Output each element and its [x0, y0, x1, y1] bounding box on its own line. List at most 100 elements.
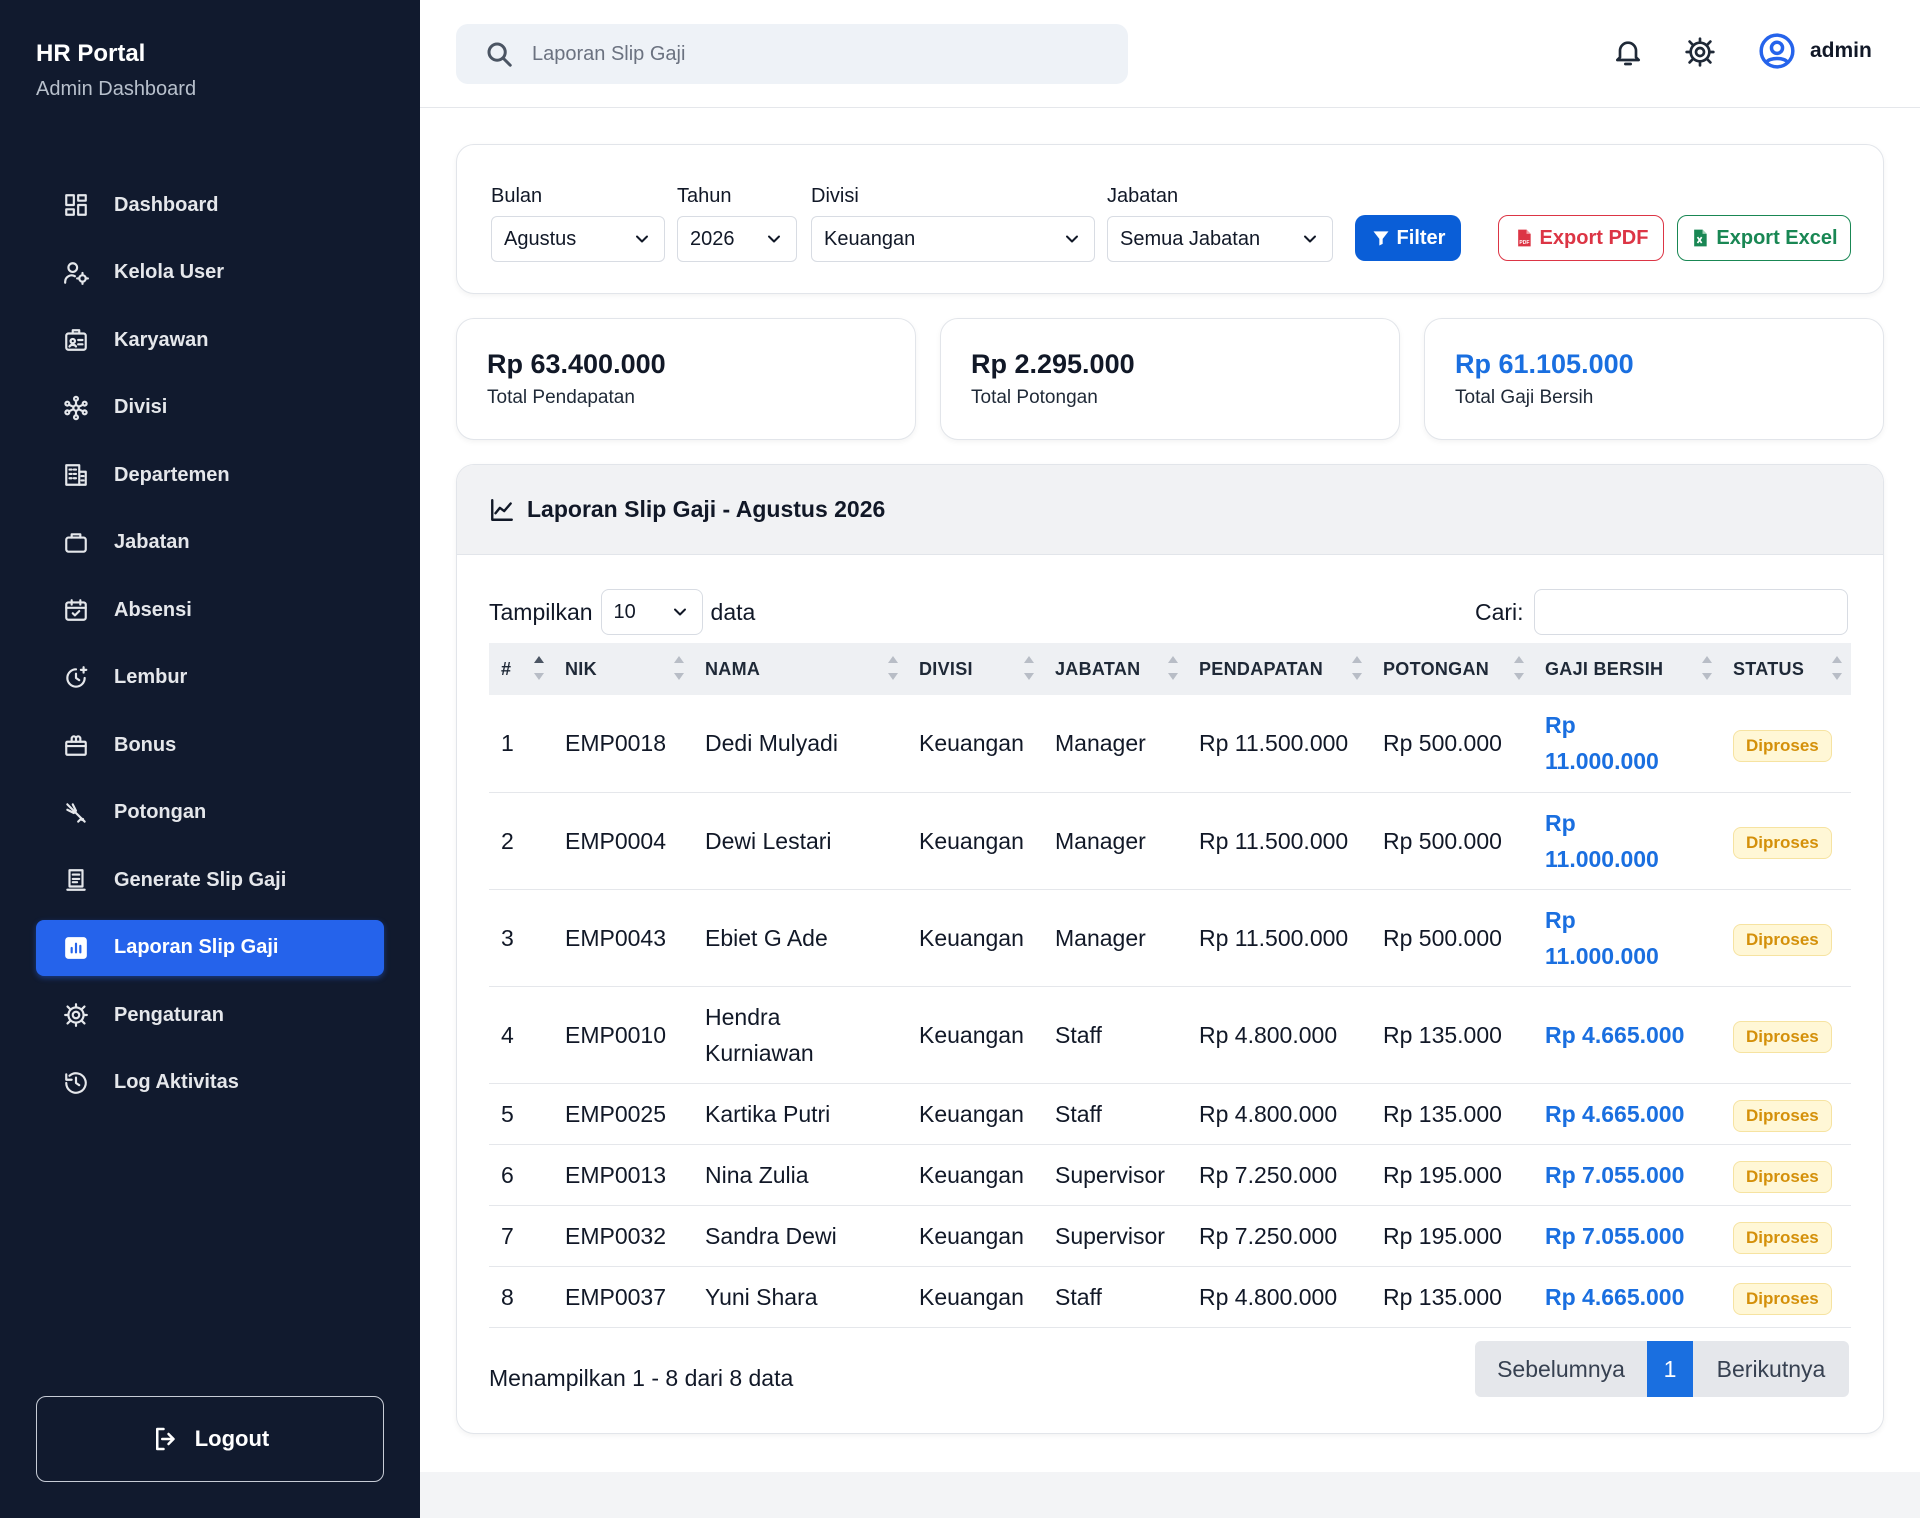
- export-excel-button[interactable]: Export Excel: [1677, 215, 1851, 261]
- filter-card: Bulan Agustus Tahun 2026 Divisi Keuangan…: [456, 144, 1884, 294]
- sidebar-item-label: Pengaturan: [114, 1003, 225, 1026]
- column-header-status[interactable]: STATUS: [1721, 643, 1851, 695]
- report-title: Laporan Slip Gaji - Agustus 2026: [527, 496, 886, 522]
- cell-no: 8: [489, 1266, 553, 1328]
- cell-jabatan: Supervisor: [1043, 1205, 1187, 1267]
- cell-gaji-bersih: Rp 4.665.000: [1533, 986, 1721, 1084]
- sidebar-item-label: Laporan Slip Gaji: [114, 936, 279, 958]
- column-header-gaji-bersih[interactable]: GAJI BERSIH: [1533, 643, 1721, 695]
- pagination: Sebelumnya 1 Berikutnya: [1475, 1341, 1849, 1397]
- column-header-potongan[interactable]: POTONGAN: [1371, 643, 1533, 695]
- stat-total-gaji-bersih: Rp 61.105.000 Total Gaji Bersih: [1424, 318, 1884, 440]
- cell-nik: EMP0037: [553, 1266, 693, 1328]
- gear-icon[interactable]: [1682, 34, 1718, 70]
- column-header-divisi[interactable]: DIVISI: [907, 643, 1043, 695]
- notification-bell-icon[interactable]: [1610, 34, 1646, 70]
- column-header-no[interactable]: #: [489, 643, 553, 695]
- stat-label: Total Gaji Bersih: [1455, 387, 1594, 408]
- cell-nik: EMP0010: [553, 986, 693, 1084]
- sidebar-item-absensi[interactable]: Absensi: [36, 582, 384, 638]
- logout-button[interactable]: Logout: [36, 1396, 384, 1482]
- filter-button[interactable]: Filter: [1355, 215, 1461, 261]
- sidebar-item-karyawan[interactable]: Karyawan: [36, 312, 384, 368]
- scissors-icon: [62, 799, 90, 827]
- sidebar-item-bonus[interactable]: Bonus: [36, 717, 384, 773]
- sidebar-item-laporan-slip-gaji[interactable]: Laporan Slip Gaji: [36, 919, 384, 976]
- cell-divisi: Keuangan: [907, 1266, 1043, 1328]
- user-menu[interactable]: admin: [1758, 32, 1872, 70]
- page-length-suffix: data: [710, 598, 756, 625]
- table-info: Menampilkan 1 - 8 dari 8 data: [489, 1365, 794, 1391]
- cell-divisi: Keuangan: [907, 1144, 1043, 1206]
- table-search-input[interactable]: [1533, 589, 1848, 635]
- status-badge: Diproses: [1733, 924, 1832, 956]
- status-badge: Diproses: [1733, 1021, 1832, 1053]
- file-excel-icon: [1694, 229, 1708, 247]
- sort-icon: [1701, 656, 1713, 680]
- sidebar-item-label: Divisi: [114, 396, 168, 418]
- cell-pendapatan: Rp 11.500.000: [1187, 792, 1371, 890]
- column-header-pendapatan[interactable]: PENDAPATAN: [1187, 643, 1371, 695]
- column-header-jabatan[interactable]: JABATAN: [1043, 643, 1187, 695]
- jabatan-select[interactable]: Semua Jabatan: [1107, 216, 1333, 262]
- table-header-row: # NIK NAMA DIVISI JABATAN PENDAPATAN POT…: [489, 643, 1851, 695]
- bulan-select[interactable]: Agustus: [491, 216, 665, 262]
- search-input[interactable]: [532, 42, 1092, 66]
- sidebar-item-lembur[interactable]: Lembur: [36, 650, 384, 706]
- filter-label: Bulan: [491, 185, 543, 207]
- export-pdf-button[interactable]: PDF Export PDF: [1498, 215, 1664, 261]
- cell-gaji-bersih: Rp 11.000.000: [1533, 792, 1721, 890]
- tahun-select[interactable]: 2026: [677, 216, 797, 262]
- sidebar-item-label: Log Aktivitas: [114, 1071, 239, 1093]
- sidebar-item-divisi[interactable]: Divisi: [36, 380, 384, 436]
- cell-gaji-bersih: Rp 4.665.000: [1533, 1083, 1721, 1145]
- sidebar-item-kelola-user[interactable]: Kelola User: [36, 245, 384, 301]
- table-row: 4 EMP0010 Hendra Kurniawan Keuangan Staf…: [489, 986, 1851, 1084]
- sidebar-item-potongan[interactable]: Potongan: [36, 785, 384, 841]
- cell-nik: EMP0032: [553, 1205, 693, 1267]
- sidebar-item-dashboard[interactable]: Dashboard: [36, 177, 384, 233]
- cell-jabatan: Manager: [1043, 792, 1187, 890]
- cell-jabatan: Manager: [1043, 889, 1187, 987]
- sidebar-item-jabatan[interactable]: Jabatan: [36, 515, 384, 571]
- column-header-nama[interactable]: NAMA: [693, 643, 907, 695]
- cell-status: Diproses: [1721, 889, 1851, 987]
- clock-plus-icon: [62, 664, 90, 692]
- chevron-down-icon: [768, 235, 780, 243]
- sort-icon: [1513, 656, 1525, 680]
- chevron-down-icon: [1066, 235, 1078, 243]
- sidebar-item-departemen[interactable]: Departemen: [36, 447, 384, 503]
- stat-label: Total Pendapatan: [487, 387, 635, 408]
- pagination-prev-button[interactable]: Sebelumnya: [1475, 1341, 1647, 1397]
- cell-gaji-bersih: Rp 7.055.000: [1533, 1205, 1721, 1267]
- sidebar-item-label: Generate Slip Gaji: [114, 868, 287, 891]
- table-row: 6 EMP0013 Nina Zulia Keuangan Supervisor…: [489, 1144, 1851, 1206]
- sidebar-item-pengaturan[interactable]: Pengaturan: [36, 987, 384, 1043]
- sidebar-item-log-aktivitas[interactable]: Log Aktivitas: [36, 1055, 384, 1111]
- history-icon: [62, 1069, 90, 1097]
- page-length-select[interactable]: 10: [600, 589, 703, 635]
- divisi-select[interactable]: Keuangan: [811, 216, 1095, 262]
- search-box[interactable]: [456, 24, 1128, 84]
- cell-divisi: Keuangan: [907, 986, 1043, 1084]
- sidebar-item-label: Karyawan: [114, 328, 209, 351]
- column-header-nik[interactable]: NIK: [553, 643, 693, 695]
- sidebar-item-generate-slip-gaji[interactable]: Generate Slip Gaji: [36, 852, 384, 908]
- pagination-next-button[interactable]: Berikutnya: [1693, 1341, 1849, 1397]
- select-value: Agustus: [504, 227, 577, 250]
- export-excel-label: Export Excel: [1716, 226, 1838, 249]
- chevron-down-icon: [636, 235, 648, 243]
- pagination-page-1[interactable]: 1: [1647, 1341, 1693, 1397]
- gear-icon: [62, 1001, 90, 1029]
- cell-jabatan: Supervisor: [1043, 1144, 1187, 1206]
- logout-label: Logout: [194, 1426, 270, 1451]
- sidebar-item-label: Dashboard: [114, 193, 219, 216]
- cell-gaji-bersih: Rp 4.665.000: [1533, 1266, 1721, 1328]
- dashboard-icon: [62, 191, 90, 219]
- filter-button-label: Filter: [1396, 226, 1446, 249]
- sidebar-item-label: Lembur: [114, 666, 188, 688]
- chevron-down-icon: [673, 608, 686, 616]
- network-icon: [62, 394, 90, 422]
- cell-nama: Nina Zulia: [693, 1144, 907, 1206]
- table-row: 2 EMP0004 Dewi Lestari Keuangan Manager …: [489, 792, 1851, 890]
